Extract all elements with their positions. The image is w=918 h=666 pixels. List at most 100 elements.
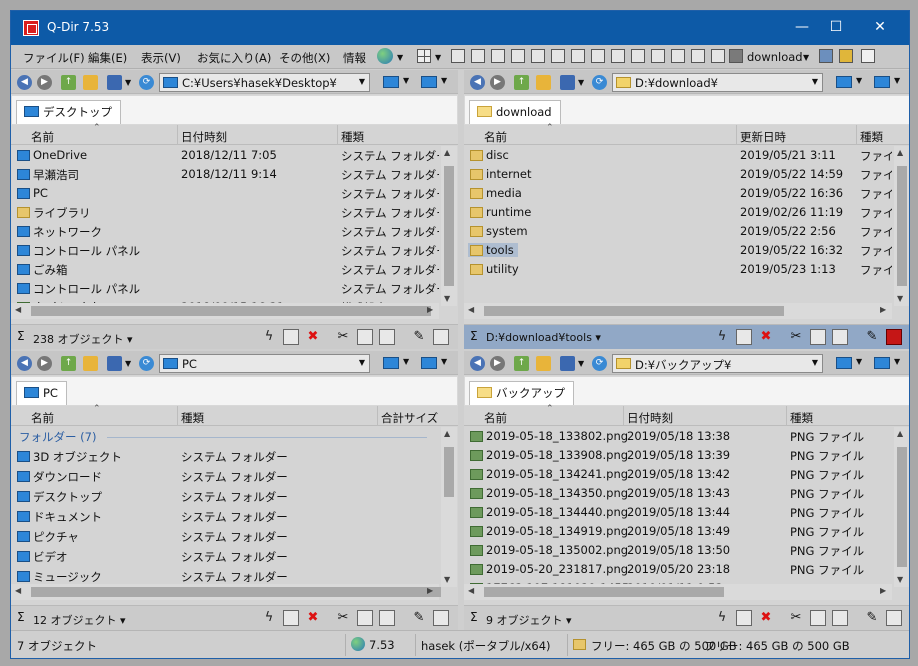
- rename-icon[interactable]: ✎: [411, 329, 427, 345]
- new-folder-icon[interactable]: [536, 356, 551, 371]
- list-item[interactable]: 2019-05-18_134919.png 2019/05/18 13:49 PNG…: [464, 522, 892, 541]
- bolt-icon[interactable]: ϟ: [714, 610, 730, 626]
- refresh-icon[interactable]: ⟳: [139, 356, 154, 371]
- menu-favorites[interactable]: お気に入り(A): [197, 50, 271, 66]
- refresh-icon[interactable]: ⟳: [592, 356, 607, 371]
- paste-icon[interactable]: [379, 329, 395, 345]
- scroll-thumb[interactable]: [444, 447, 454, 497]
- layout-10-icon[interactable]: [631, 49, 645, 63]
- back-icon[interactable]: ◀: [17, 356, 32, 371]
- scroll-right-icon[interactable]: ▶: [880, 305, 886, 314]
- copy-icon[interactable]: [357, 329, 373, 345]
- new-folder-icon[interactable]: [536, 75, 551, 90]
- chevron-down-icon[interactable]: ▼: [441, 357, 447, 366]
- chevron-down-icon[interactable]: ▼: [125, 78, 131, 87]
- group-header[interactable]: フォルダー (7): [11, 427, 439, 446]
- address-bar[interactable]: C:¥Users¥hasek¥Desktop¥ ▼: [159, 73, 370, 92]
- pane-status-text[interactable]: 12 オブジェクト ▾: [33, 612, 126, 628]
- list-item[interactable]: 2019-05-18_134440.png 2019/05/18 13:44 PNG…: [464, 503, 892, 522]
- scroll-down-icon[interactable]: ▼: [897, 294, 903, 303]
- refresh-icon[interactable]: ⟳: [139, 75, 154, 90]
- item-name[interactable]: system: [468, 224, 532, 238]
- column-divider[interactable]: [856, 125, 857, 145]
- new-folder-icon[interactable]: [83, 75, 98, 90]
- refresh-icon[interactable]: ⟳: [592, 75, 607, 90]
- scroll-up-icon[interactable]: ▲: [897, 148, 903, 157]
- list-item[interactable]: コントロール パネル システム フォルダー: [11, 279, 439, 298]
- tools-icon[interactable]: [861, 49, 875, 63]
- star-icon[interactable]: [839, 49, 853, 63]
- item-name[interactable]: ごみ箱: [15, 262, 72, 278]
- properties-icon[interactable]: [433, 610, 449, 626]
- mail-icon[interactable]: [736, 329, 752, 345]
- list-item[interactable]: ダウンロード システム フォルダー: [11, 467, 439, 486]
- copy-icon[interactable]: [810, 610, 826, 626]
- column-divider[interactable]: [623, 406, 624, 426]
- scroll-thumb[interactable]: [444, 166, 454, 286]
- paste-icon[interactable]: [379, 610, 395, 626]
- chevron-down-icon[interactable]: ▼: [578, 78, 584, 87]
- menu-info[interactable]: 情報: [343, 50, 366, 66]
- close-button[interactable]: ✕: [863, 16, 897, 38]
- list-item[interactable]: disc 2019/05/21 3:11 ファイル フ: [464, 146, 892, 165]
- scroll-thumb[interactable]: [484, 587, 724, 597]
- tab-2[interactable]: PC: [16, 381, 67, 405]
- list-item[interactable]: 2019-05-18_134350.png 2019/05/18 13:43 PNG…: [464, 484, 892, 503]
- scroll-up-icon[interactable]: ▲: [897, 429, 903, 438]
- layout-11-icon[interactable]: [651, 49, 665, 63]
- item-name[interactable]: disc: [468, 148, 513, 162]
- layout-7-icon[interactable]: [571, 49, 585, 63]
- tab-0[interactable]: デスクトップ: [16, 100, 121, 124]
- list-item[interactable]: OneDrive 2018/12/11 7:05 システム フォルダー: [11, 146, 439, 165]
- list-item[interactable]: 2019-05-18_133802.png 2019/05/18 13:38 PNG…: [464, 427, 892, 446]
- list-item[interactable]: ビデオ システム フォルダー: [11, 547, 439, 566]
- scroll-thumb[interactable]: [31, 587, 441, 597]
- download-menu-icon[interactable]: [729, 49, 743, 63]
- list-item[interactable]: 3D オブジェクト システム フォルダー: [11, 447, 439, 466]
- list-item[interactable]: ネットワーク システム フォルダー: [11, 222, 439, 241]
- list-item[interactable]: PC システム フォルダー: [11, 184, 439, 203]
- bolt-icon[interactable]: ϟ: [261, 329, 277, 345]
- item-name[interactable]: 2019-05-18_134350.png: [468, 486, 632, 500]
- item-name[interactable]: 早瀬浩司: [15, 167, 83, 183]
- layout-13-icon[interactable]: [691, 49, 705, 63]
- layout-6-icon[interactable]: [551, 49, 565, 63]
- item-name[interactable]: media: [468, 186, 526, 200]
- item-name[interactable]: ドキュメント: [15, 509, 106, 525]
- item-name[interactable]: 2019-05-18_134919.png: [468, 524, 632, 538]
- view-icon[interactable]: [107, 356, 122, 371]
- column-divider[interactable]: [177, 406, 178, 426]
- chevron-down-icon[interactable]: ▼: [125, 359, 131, 368]
- view-icon[interactable]: [560, 75, 575, 90]
- layout-3-icon[interactable]: [491, 49, 505, 63]
- pane-status-text[interactable]: 238 オブジェクト ▾: [33, 331, 133, 347]
- item-name[interactable]: ミュージック: [15, 569, 106, 585]
- column-header-2[interactable]: 種類: [341, 129, 364, 145]
- list-item[interactable]: ライブラリ システム フォルダー: [11, 203, 439, 222]
- layout-4-icon[interactable]: [511, 49, 525, 63]
- cut-icon[interactable]: ✂: [788, 610, 804, 626]
- list-item[interactable]: internet 2019/05/22 14:59 ファイル フ: [464, 165, 892, 184]
- scroll-thumb[interactable]: [897, 166, 907, 286]
- tab-1[interactable]: download: [469, 100, 561, 124]
- chevron-down-icon[interactable]: ▼: [856, 357, 862, 366]
- menu-extra[interactable]: その他(X): [279, 50, 330, 66]
- mail-icon[interactable]: [283, 329, 299, 345]
- address-text[interactable]: C:¥Users¥hasek¥Desktop¥: [182, 76, 337, 90]
- chevron-down-icon[interactable]: ▼: [403, 357, 409, 366]
- cut-icon[interactable]: ✂: [335, 329, 351, 345]
- item-name[interactable]: 2019-05-18_135002.png: [468, 543, 632, 557]
- item-name[interactable]: ネットワーク: [15, 224, 106, 240]
- column-header-1[interactable]: 更新日時: [740, 129, 786, 145]
- scroll-thumb[interactable]: [484, 306, 784, 316]
- list-item[interactable]: 2019-05-18_134241.png 2019/05/18 13:42 PNG…: [464, 465, 892, 484]
- view-icon[interactable]: [107, 75, 122, 90]
- vertical-scrollbar[interactable]: ▲ ▼: [441, 146, 457, 306]
- column-divider[interactable]: [337, 125, 338, 145]
- forward-icon[interactable]: ▶: [37, 356, 52, 371]
- rename-icon[interactable]: ✎: [864, 610, 880, 626]
- item-name[interactable]: 2019-05-20_231817.png: [468, 562, 632, 576]
- scroll-right-icon[interactable]: ▶: [427, 586, 433, 595]
- list-item[interactable]: デスクトップ システム フォルダー: [11, 487, 439, 506]
- globe-icon[interactable]: [377, 48, 393, 64]
